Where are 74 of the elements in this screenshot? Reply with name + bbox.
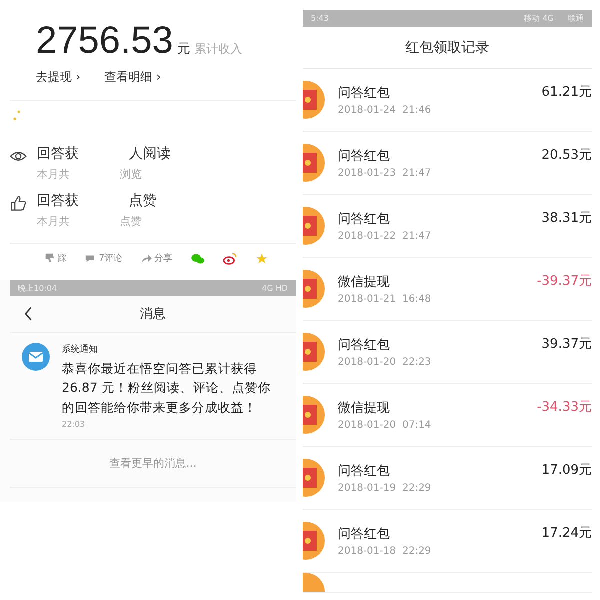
envelope-icon bbox=[303, 522, 325, 560]
stat-subtitle: 本月共 bbox=[37, 167, 70, 182]
earnings-link[interactable]: 去提现 › bbox=[36, 69, 81, 86]
message-text: 恭喜你最近在悟空问答已累计获得26.87 元！粉丝阅读、评论、点赞你的回答能给你带来更多分成收益！ bbox=[62, 360, 272, 417]
stat-subtitle: 本月共 bbox=[37, 214, 70, 229]
record-row[interactable]: 问答红包 2018-01-20 22:23 39.37元 bbox=[303, 321, 592, 384]
wechat-icon[interactable] bbox=[190, 252, 205, 264]
message-time: 22:03 bbox=[62, 420, 86, 430]
record-row[interactable]: 问答红包 2018-01-19 22:29 17.09元 bbox=[303, 447, 592, 510]
record-row[interactable]: 问答红包 2018-01-24 21:46 61.21元 bbox=[303, 69, 592, 132]
record-row[interactable]: 微信提现 2018-01-21 16:48 -39.37元 bbox=[303, 258, 592, 321]
record-amount: 39.37元 bbox=[542, 336, 592, 353]
record-name: 问答红包 bbox=[338, 148, 391, 165]
network-status: 4G HD bbox=[262, 284, 288, 292]
carrier-label: 联通 bbox=[568, 13, 584, 24]
envelope-icon bbox=[303, 207, 325, 245]
currency-unit: 元 bbox=[177, 41, 190, 58]
record-amount: 17.24元 bbox=[542, 525, 592, 542]
record-row[interactable]: 问答红包 2018-01-18 22:29 17.24元 bbox=[303, 510, 592, 573]
earnings-link[interactable]: 查看明细 › bbox=[104, 69, 162, 86]
star-icon[interactable] bbox=[254, 252, 269, 264]
weibo-icon[interactable] bbox=[222, 252, 237, 264]
envelope-icon bbox=[303, 396, 325, 434]
record-row[interactable]: 问答红包 2018-01-22 21:47 38.31元 bbox=[303, 195, 592, 258]
record-date: 2018-01-19 22:29 bbox=[338, 483, 432, 494]
stat-title: 回答获 bbox=[37, 192, 79, 210]
record-name: 问答红包 bbox=[338, 463, 391, 480]
record-date: 2018-01-24 21:46 bbox=[338, 105, 432, 116]
screen-title: 红包领取记录 bbox=[406, 38, 490, 56]
screen-title: 消息 bbox=[140, 306, 166, 323]
envelope-icon bbox=[303, 333, 325, 371]
share-icon bbox=[140, 253, 152, 264]
record-name: 问答红包 bbox=[338, 526, 391, 543]
record-name: 问答红包 bbox=[338, 211, 391, 228]
record-name: 问答红包 bbox=[338, 85, 391, 102]
envelope-icon bbox=[303, 459, 325, 497]
record-amount: -39.37元 bbox=[537, 273, 592, 290]
record-date: 2018-01-18 22:29 bbox=[338, 546, 432, 557]
total-income-label: 累计收入 bbox=[194, 41, 242, 58]
record-date: 2018-01-20 22:23 bbox=[338, 357, 432, 368]
stat-subtitle: 浏览 bbox=[120, 167, 142, 182]
stat-subtitle: 点赞 bbox=[120, 214, 142, 229]
record-amount: 38.31元 bbox=[542, 210, 592, 227]
carrier-label: 移动 4G bbox=[524, 13, 554, 24]
record-name: 微信提现 bbox=[338, 274, 391, 291]
record-amount: 20.53元 bbox=[542, 147, 592, 164]
share-button[interactable]: 分享 bbox=[140, 252, 173, 265]
stat-title: 人阅读 bbox=[129, 145, 171, 163]
status-time: 5:43 bbox=[311, 14, 329, 23]
record-amount: -34.33元 bbox=[537, 399, 592, 416]
thumbs-down-icon bbox=[44, 253, 55, 264]
envelope-icon bbox=[303, 144, 325, 182]
record-date: 2018-01-20 07:14 bbox=[338, 420, 432, 431]
record-amount: 17.09元 bbox=[542, 462, 592, 479]
record-date: 2018-01-22 21:47 bbox=[338, 231, 432, 242]
record-row[interactable]: 问答红包 2018-01-23 21:47 20.53元 bbox=[303, 132, 592, 195]
mail-icon bbox=[22, 343, 50, 371]
record-name: 微信提现 bbox=[338, 400, 391, 417]
record-row[interactable]: 微信提现 2018-01-20 07:14 -34.33元 bbox=[303, 384, 592, 447]
record-date: 2018-01-23 21:47 bbox=[338, 168, 432, 179]
record-amount: 61.21元 bbox=[542, 84, 592, 101]
stat-title: 点赞 bbox=[129, 192, 157, 210]
sender-name: 系统通知 bbox=[62, 344, 99, 356]
thumbs-up-icon bbox=[10, 195, 27, 212]
record-name: 问答红包 bbox=[338, 337, 391, 354]
back-icon[interactable] bbox=[24, 306, 33, 322]
comment-icon bbox=[85, 253, 96, 264]
record-date: 2018-01-21 16:48 bbox=[338, 294, 432, 305]
envelope-icon bbox=[303, 270, 325, 308]
stat-title: 回答获 bbox=[37, 145, 79, 163]
envelope-icon bbox=[303, 81, 325, 119]
comment-button[interactable]: 7评论 bbox=[85, 252, 123, 265]
total-amount: 2756.53 bbox=[36, 20, 174, 63]
dislike-button[interactable]: 踩 bbox=[44, 252, 67, 265]
